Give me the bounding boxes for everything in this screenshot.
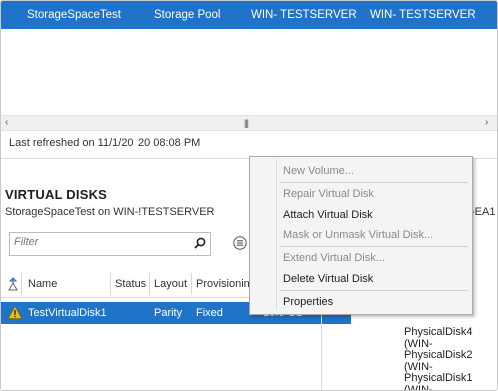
sort-warning-column-icon[interactable] (8, 277, 18, 291)
physical-disks-panel: PhysicalDisk3 (WIN- PhysicalDisk4 (WIN- … (321, 302, 497, 390)
menu-separator (280, 182, 468, 183)
scroll-right-arrow-icon[interactable]: › (485, 117, 488, 128)
scroll-thumb-grip-icon[interactable]: ||| (244, 118, 249, 128)
scroll-left-arrow-icon[interactable]: ‹ (5, 117, 8, 128)
menu-item-mask-unmask-virtual-disk[interactable]: Mask or Unmask Virtual Disk... (283, 229, 433, 241)
menu-item-repair-virtual-disk[interactable]: Repair Virtual Disk (283, 188, 374, 200)
menu-item-delete-virtual-disk[interactable]: Delete Virtual Disk (283, 273, 373, 285)
column-divider (191, 273, 192, 295)
pool-available-to-cell: WIN- TESTSERVER (370, 9, 476, 21)
menu-item-new-volume[interactable]: New Volume... (283, 165, 354, 177)
virtual-disks-subtitle: StorageSpaceTest on WIN-!TESTSERVER (5, 206, 215, 218)
search-icon[interactable] (194, 237, 206, 249)
pool-name-cell: StorageSpaceTest (27, 9, 121, 21)
filter-box[interactable] (9, 232, 211, 256)
context-menu: New Volume... Repair Virtual Disk Attach… (249, 156, 473, 315)
storage-pool-row-selected[interactable]: StorageSpaceTest Storage Pool WIN- TESTS… (1, 1, 497, 29)
column-divider (21, 273, 22, 295)
physical-disk-item[interactable]: PhysicalDisk1 (WIN- (404, 372, 497, 390)
menu-icon-gutter (276, 159, 277, 310)
physical-disk-item[interactable]: PhysicalDisk2 (WIN- (404, 349, 497, 373)
menu-item-properties[interactable]: Properties (283, 296, 333, 308)
server-manager-window: StorageSpaceTest Storage Pool WIN- TESTS… (0, 0, 498, 391)
warning-icon (8, 306, 22, 319)
column-status[interactable]: Status (115, 278, 146, 290)
column-divider (149, 273, 150, 295)
menu-item-extend-virtual-disk[interactable]: Extend Virtual Disk... (283, 252, 385, 264)
column-provisioning[interactable]: Provisioning (196, 278, 256, 290)
right-panel-subtitle-fragment: -EA1 (471, 206, 496, 218)
last-refreshed-text: Last refreshed on 11/1/20 20 08:08 PM (9, 137, 201, 149)
menu-item-attach-virtual-disk[interactable]: Attach Virtual Disk (283, 209, 373, 221)
virtual-disks-title: VIRTUAL DISKS (5, 187, 108, 202)
disk-name-cell: TestVirtualDisk1 (28, 307, 107, 319)
physical-disk-item[interactable]: PhysicalDisk4 (WIN- (404, 326, 497, 350)
menu-separator (280, 290, 468, 291)
filter-input[interactable] (14, 236, 184, 248)
horizontal-scrollbar[interactable]: ‹ ||| › (1, 115, 497, 131)
virtual-disks-column-header: Name Status Layout Provisioning (1, 271, 256, 298)
pool-managed-by-cell: WIN- TESTSERVER (251, 9, 357, 21)
pool-type-cell: Storage Pool (154, 9, 221, 21)
disk-layout-cell: Parity (154, 307, 183, 319)
menu-separator (280, 246, 468, 247)
list-options-icon[interactable] (233, 236, 247, 250)
column-divider (110, 273, 111, 295)
column-name[interactable]: Name (28, 278, 57, 290)
column-layout[interactable]: Layout (154, 278, 187, 290)
disk-provisioning-cell: Fixed (196, 307, 223, 319)
